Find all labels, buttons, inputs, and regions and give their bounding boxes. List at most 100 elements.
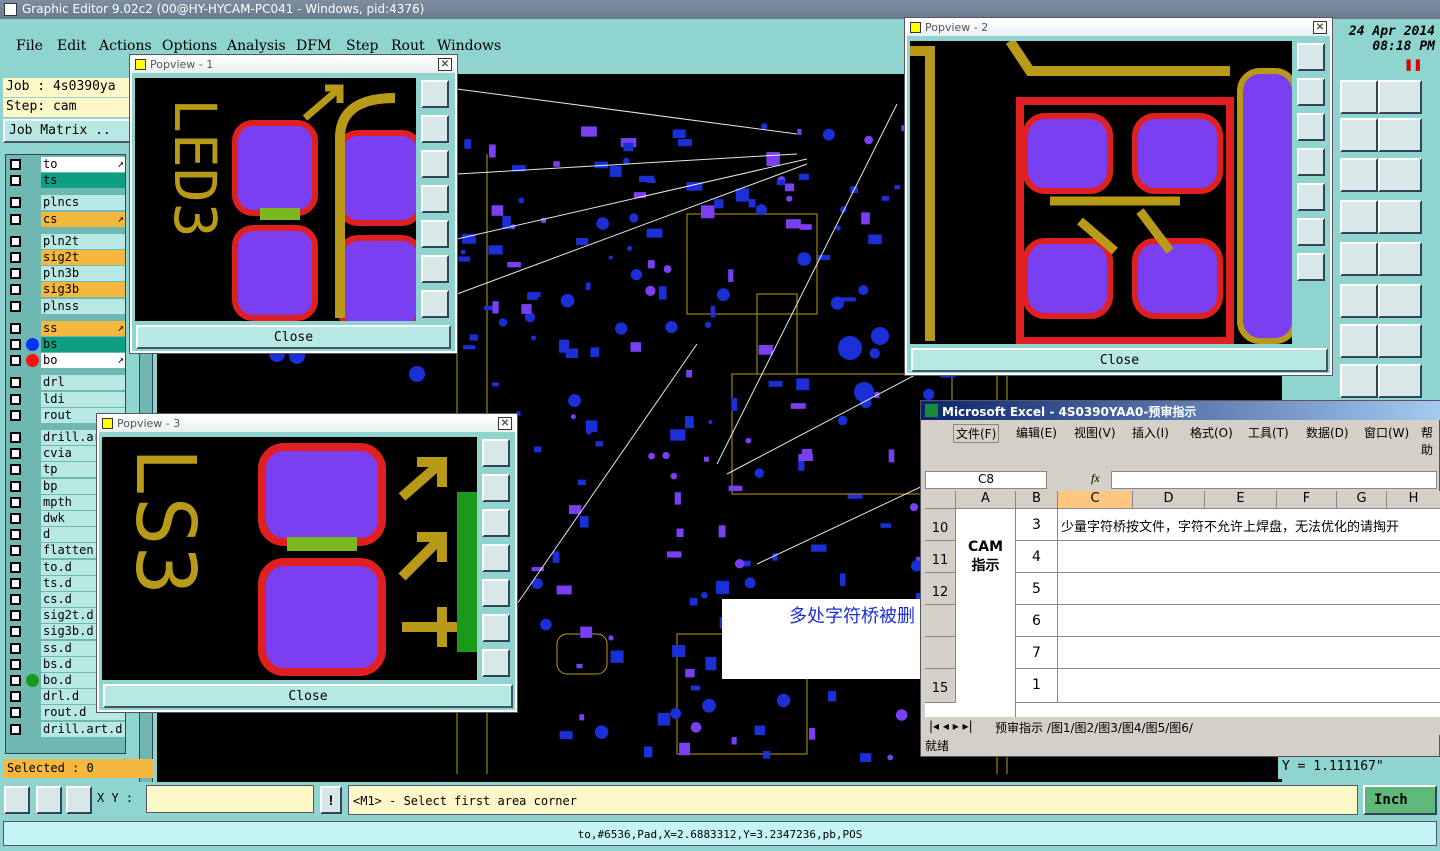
menu-edit[interactable]: Edit [57, 38, 86, 54]
pan-down-icon[interactable] [482, 509, 510, 537]
select-mode-icon[interactable] [4, 786, 30, 814]
row-header[interactable] [925, 605, 956, 637]
layer-row[interactable]: plnss [6, 298, 127, 314]
snap-icon[interactable] [1340, 118, 1378, 152]
layer-row[interactable]: drl [6, 375, 127, 391]
layer-checkbox[interactable] [10, 432, 21, 443]
layer-row[interactable]: cs ↗ [6, 211, 127, 227]
layer-checkbox[interactable] [10, 691, 21, 703]
pan-down-icon[interactable] [421, 150, 449, 178]
menu-analysis[interactable]: Analysis [227, 38, 286, 54]
layer-checkbox[interactable] [10, 355, 21, 367]
popview-2-titlebar[interactable]: Popview - 2 ✕ [907, 20, 1330, 36]
layer-name[interactable]: plncs [41, 195, 125, 211]
name-box[interactable]: C8 [925, 471, 1047, 489]
pan-right-icon[interactable] [482, 579, 510, 607]
spreadsheet-grid[interactable]: A B C D E F G H CAM 指示 10 3 少量字符桥按文件，字符不允许… [925, 491, 1440, 717]
pad-icon[interactable] [1378, 242, 1422, 276]
measure-mode-icon[interactable] [36, 786, 62, 814]
expand-icon[interactable] [1340, 364, 1378, 398]
cell-b[interactable]: 6 [1016, 605, 1058, 637]
zoom-out-icon[interactable] [421, 290, 449, 318]
zoom-in-icon[interactable] [1297, 218, 1325, 246]
close-icon[interactable]: ✕ [438, 58, 452, 71]
grid-icon[interactable] [1340, 200, 1378, 234]
arc-icon[interactable] [1340, 324, 1378, 358]
excel-menu-window[interactable]: 窗口(W) [1364, 424, 1409, 441]
zoom-in-icon[interactable] [482, 614, 510, 642]
sheet-nav-icon[interactable]: |◂ ◂ ▸ ▸| [929, 719, 973, 733]
layer-checkbox[interactable] [10, 339, 21, 350]
zoom-home-icon[interactable] [1340, 80, 1378, 114]
merged-cell-a[interactable]: CAM 指示 [956, 509, 1016, 717]
popview-1-close-button[interactable]: Close [136, 325, 451, 349]
layer-name[interactable]: to [41, 157, 125, 172]
row-header[interactable] [925, 637, 956, 669]
cell-c[interactable] [1058, 541, 1440, 573]
layer-name[interactable]: pln2t [41, 233, 125, 249]
layer-checkbox[interactable] [10, 594, 21, 605]
layer-checkbox[interactable] [10, 464, 21, 476]
layer-checkbox[interactable] [10, 658, 21, 670]
cell-b[interactable]: 7 [1016, 637, 1058, 669]
select-all[interactable] [925, 491, 956, 509]
layer-name[interactable]: sig2t [41, 250, 125, 265]
menu-dfm[interactable]: DFM [296, 38, 331, 54]
layer-name[interactable]: drill.art.d [41, 721, 125, 737]
mirror-icon[interactable] [1378, 118, 1422, 152]
menu-options[interactable]: Options [162, 38, 217, 54]
col-header[interactable]: B [1016, 491, 1058, 509]
pan-up-icon[interactable] [421, 115, 449, 143]
grid-mode-icon[interactable] [66, 786, 92, 814]
layer-row[interactable]: sig3b [6, 282, 127, 298]
col-header[interactable]: G [1337, 491, 1387, 509]
popview-2-close-button[interactable]: Close [911, 348, 1328, 372]
col-header[interactable]: E [1205, 491, 1277, 509]
layer-checkbox[interactable] [10, 300, 21, 312]
xy-input[interactable] [146, 785, 314, 813]
excel-menu-view[interactable]: 视图(V) [1074, 424, 1116, 441]
row-header[interactable]: 10 [925, 509, 956, 541]
cell-c[interactable]: 少量字符桥按文件，字符不允许上焊盘，无法优化的请掏开 [1058, 509, 1440, 541]
fit-icon[interactable] [1297, 43, 1325, 71]
layer-checkbox[interactable] [10, 545, 21, 557]
excel-menu-insert[interactable]: 插入(I) [1132, 424, 1169, 441]
cell-b[interactable]: 5 [1016, 573, 1058, 605]
popview-2-canvas[interactable] [910, 41, 1292, 344]
pan-right-icon[interactable] [1297, 183, 1325, 211]
layer-checkbox[interactable] [10, 393, 21, 405]
col-header[interactable]: C [1058, 491, 1133, 509]
layer-checkbox[interactable] [10, 513, 21, 524]
row-header[interactable]: 11 [925, 541, 956, 573]
layer-row[interactable]: to ↗ [6, 157, 127, 172]
layer-name[interactable]: sig3b [41, 282, 125, 298]
layer-name[interactable]: cs [41, 211, 125, 227]
row-header[interactable]: 12 [925, 573, 956, 605]
layer-name[interactable]: drl [41, 375, 125, 391]
layer-checkbox[interactable] [10, 480, 21, 492]
col-header[interactable]: D [1133, 491, 1205, 509]
popview-3-titlebar[interactable]: Popview - 3 ✕ [99, 416, 515, 432]
layer-checkbox[interactable] [10, 322, 21, 334]
layer-name[interactable]: ldi [41, 391, 125, 407]
layer-checkbox[interactable] [10, 577, 21, 589]
layer-checkbox[interactable] [10, 723, 21, 735]
layer-name[interactable]: ts [41, 173, 125, 189]
layer-checkbox[interactable] [10, 284, 21, 296]
excel-menu-data[interactable]: 数据(D) [1306, 424, 1349, 441]
layer-name[interactable]: plnss [41, 298, 125, 314]
layer-row[interactable]: ts [6, 173, 127, 189]
layer-checkbox[interactable] [10, 626, 21, 638]
layer-name[interactable]: bo [41, 353, 125, 369]
layer-checkbox[interactable] [10, 159, 21, 170]
pan-left-icon[interactable] [1297, 148, 1325, 176]
pan-left-icon[interactable] [482, 544, 510, 572]
layer-checkbox[interactable] [10, 252, 21, 263]
layer-name[interactable]: bs [41, 337, 125, 352]
measure-icon[interactable] [1340, 284, 1378, 318]
cell-c[interactable] [1058, 605, 1440, 637]
layer-checkbox[interactable] [10, 268, 21, 280]
zoom-in-icon[interactable] [421, 255, 449, 283]
popview-1-canvas[interactable]: LED3 [135, 78, 416, 321]
menu-step[interactable]: Step [346, 38, 378, 54]
